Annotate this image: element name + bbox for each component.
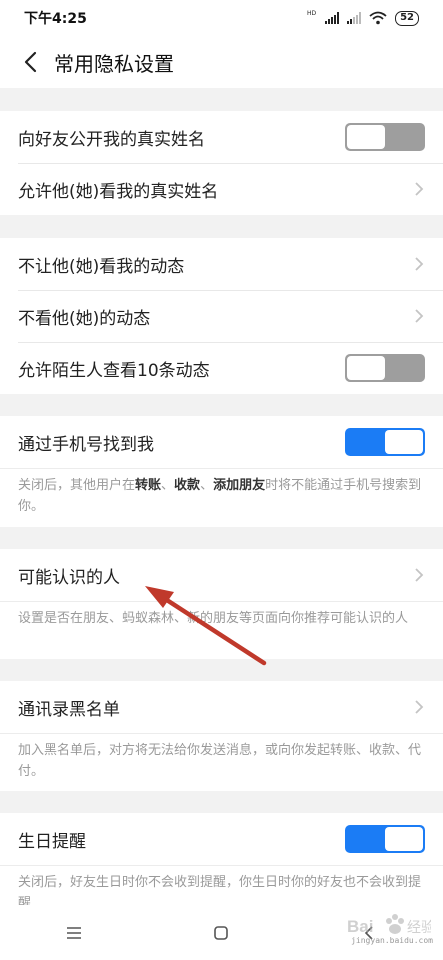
signal-weak-icon	[347, 12, 362, 24]
setting-real-name-public[interactable]: 向好友公开我的真实姓名	[0, 111, 443, 163]
group-maybe-known: 可能认识的人	[0, 549, 443, 601]
setting-label: 不让他(她)看我的动态	[18, 256, 185, 277]
back-button[interactable]	[10, 36, 50, 88]
setting-stranger-ten-posts[interactable]: 允许陌生人查看10条动态	[0, 342, 443, 394]
chevron-right-icon	[415, 309, 424, 323]
wifi-icon	[369, 11, 387, 25]
setting-contacts-blacklist[interactable]: 通讯录黑名单	[0, 681, 443, 733]
chevron-right-icon	[415, 182, 424, 196]
setting-label: 通过手机号找到我	[18, 434, 154, 455]
blacklist-note: 加入黑名单后，对方将无法给你发送消息，或向你发起转账、收款、代付。	[0, 733, 443, 791]
group-blacklist: 通讯录黑名单	[0, 681, 443, 733]
birthday-note: 关闭后，好友生日时你不会收到提醒，你生日时你的好友也不会收到提醒	[0, 865, 443, 905]
setting-find-by-phone[interactable]: 通过手机号找到我	[0, 416, 443, 468]
setting-allow-see-real-name[interactable]: 允许他(她)看我的真实姓名	[0, 163, 443, 215]
battery-icon: 52	[395, 10, 419, 26]
baidu-watermark-logo: Bai 经验	[347, 914, 431, 936]
setting-hide-my-moments[interactable]: 不让他(她)看我的动态	[0, 238, 443, 290]
watermark-url: jingyan.baidu.com	[351, 936, 433, 945]
hd-label: HD	[306, 9, 317, 17]
find-by-phone-toggle[interactable]	[345, 428, 425, 456]
group-find-by-phone: 通过手机号找到我	[0, 416, 443, 468]
stranger-ten-posts-toggle[interactable]	[345, 354, 425, 382]
app-header: 常用隐私设置	[0, 36, 443, 88]
status-icons: HD 52	[306, 9, 419, 26]
chevron-left-icon	[24, 51, 37, 73]
group-real-name: 向好友公开我的真实姓名 允许他(她)看我的真实姓名	[0, 111, 443, 215]
setting-maybe-known[interactable]: 可能认识的人	[0, 549, 443, 601]
svg-text:经验: 经验	[407, 920, 431, 936]
setting-birthday-reminder[interactable]: 生日提醒	[0, 813, 443, 865]
signal-strong-icon	[325, 12, 340, 24]
chevron-right-icon	[415, 568, 424, 582]
page-title: 常用隐私设置	[54, 51, 174, 76]
setting-label: 可能认识的人	[18, 567, 120, 588]
real-name-public-toggle[interactable]	[345, 123, 425, 151]
setting-label: 通讯录黑名单	[18, 699, 120, 720]
menu-icon[interactable]	[64, 925, 84, 941]
find-by-phone-note: 关闭后，其他用户在转账、收款、添加朋友时将不能通过手机号搜索到你。	[0, 468, 443, 527]
group-moments: 不让他(她)看我的动态 不看他(她)的动态 允许陌生人查看10条动态	[0, 238, 443, 394]
maybe-known-note: 设置是否在朋友、蚂蚁森林、新的朋友等页面向你推荐可能认识的人	[0, 601, 443, 659]
setting-label: 允许陌生人查看10条动态	[18, 360, 210, 381]
setting-label: 允许他(她)看我的真实姓名	[18, 181, 219, 202]
setting-label: 向好友公开我的真实姓名	[18, 129, 205, 150]
home-icon[interactable]	[211, 925, 231, 941]
svg-text:Bai: Bai	[347, 917, 373, 936]
setting-label: 不看他(她)的动态	[18, 308, 151, 329]
setting-label: 生日提醒	[18, 831, 86, 852]
chevron-right-icon	[415, 700, 424, 714]
birthday-reminder-toggle[interactable]	[345, 825, 425, 853]
chevron-right-icon	[415, 257, 424, 271]
group-birthday: 生日提醒	[0, 813, 443, 865]
status-bar: 下午4:25 HD 52	[0, 0, 443, 36]
status-time: 下午4:25	[24, 11, 87, 27]
setting-dont-see-moments[interactable]: 不看他(她)的动态	[0, 290, 443, 342]
